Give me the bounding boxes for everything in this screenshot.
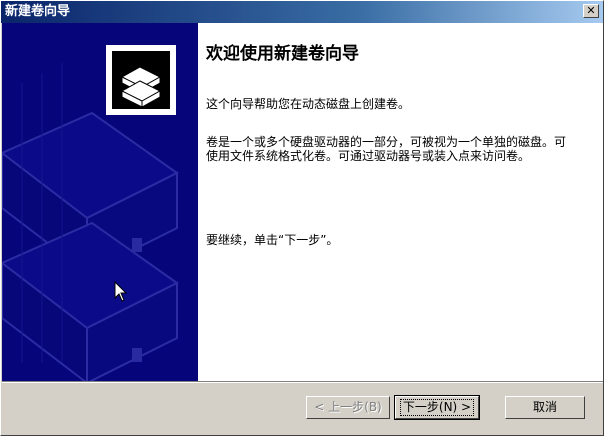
cancel-button[interactable]: 取消 <box>505 396 585 419</box>
stacked-disks-icon <box>106 45 176 115</box>
page-title: 欢迎使用新建卷向导 <box>206 44 359 64</box>
continue-instruction: 要继续，单击“下一步”。 <box>206 233 339 247</box>
window-title: 新建卷向导 <box>5 4 71 19</box>
back-button[interactable]: < 上一步(B) <box>306 396 390 419</box>
description-text: 卷是一个或多个硬盘驱动器的一部分，可被视为一个单独的磁盘。可使用文件系统格式化卷… <box>206 135 567 163</box>
next-button[interactable]: 下一步(N) > <box>394 395 480 420</box>
wizard-side-panel <box>2 23 198 381</box>
close-button[interactable]: ✕ <box>583 4 599 18</box>
mouse-pointer-icon <box>114 281 128 302</box>
wizard-window: 新建卷向导 ✕ 欢迎使用新建卷向导 这个向导帮助您在动态磁盘上创建卷。 卷是一个… <box>0 0 604 436</box>
next-button-label: 下一步(N) > <box>399 399 475 416</box>
title-bar[interactable]: 新建卷向导 ✕ <box>1 1 603 23</box>
button-divider <box>2 381 603 383</box>
intro-text: 这个向导帮助您在动态磁盘上创建卷。 <box>206 97 411 111</box>
close-icon: ✕ <box>586 4 596 17</box>
wizard-content: 欢迎使用新建卷向导 这个向导帮助您在动态磁盘上创建卷。 卷是一个或多个硬盘驱动器… <box>198 23 603 381</box>
